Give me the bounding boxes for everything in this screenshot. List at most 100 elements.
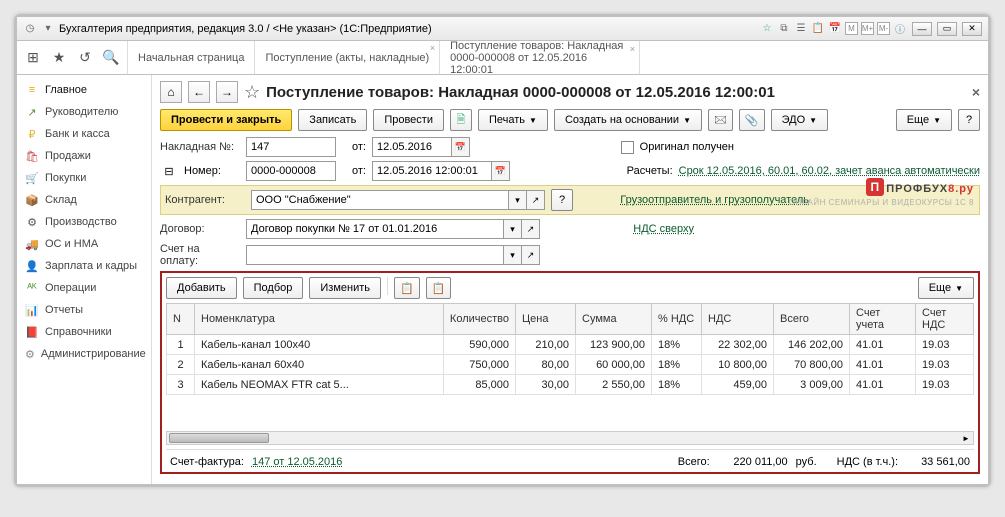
sidebar-item[interactable]: 📕Справочники xyxy=(17,321,151,343)
schet-input[interactable] xyxy=(246,245,504,265)
help-small-button[interactable]: ? xyxy=(551,189,573,211)
table-row[interactable]: 2Кабель-канал 60х40750,00080,0060 000,00… xyxy=(167,355,974,375)
nav-fwd-button[interactable]: → xyxy=(216,81,238,103)
nomer-label: Номер: xyxy=(184,165,240,177)
col-sum[interactable]: Сумма xyxy=(576,304,652,335)
close-doc-button[interactable]: × xyxy=(972,84,980,100)
paste-button[interactable]: 📋 xyxy=(426,277,452,299)
sidebar-item[interactable]: 👤Зарплата и кадры xyxy=(17,255,151,277)
sidebar-item[interactable]: ᴬᴷОперации xyxy=(17,277,151,299)
tool-icon[interactable]: ☰ xyxy=(794,22,808,36)
col-accnds[interactable]: Счет НДС xyxy=(916,304,974,335)
close-icon[interactable]: × xyxy=(630,43,635,55)
col-nom[interactable]: Номенклатура xyxy=(195,304,444,335)
apps-grid-icon[interactable]: ⊞ xyxy=(23,48,43,68)
sidebar-icon: ≡ xyxy=(25,83,39,97)
dropdown-icon[interactable]: ▾ xyxy=(504,245,522,265)
dogovor-input[interactable]: Договор покупки № 17 от 01.01.2016 xyxy=(246,219,504,239)
contragent-input[interactable]: ООО "Снабжение" xyxy=(251,190,509,210)
nomer-input[interactable]: 0000-000008 xyxy=(246,161,336,181)
tab-list[interactable]: Поступление (акты, накладные)× xyxy=(255,41,440,74)
sidebar-item[interactable]: 🛒Покупки xyxy=(17,167,151,189)
esche-button[interactable]: Еще▼ xyxy=(896,109,952,131)
original-checkbox[interactable] xyxy=(621,141,634,154)
sidebar-item[interactable]: 🚚ОС и НМА xyxy=(17,233,151,255)
tab-home[interactable]: Начальная страница xyxy=(128,41,255,74)
scroll-thumb[interactable] xyxy=(169,433,269,443)
favorite-icon[interactable]: ☆ xyxy=(244,82,260,103)
col-nds[interactable]: НДС xyxy=(702,304,774,335)
table-row[interactable]: 1Кабель-канал 100х40590,000210,00123 900… xyxy=(167,335,974,355)
col-n[interactable]: N xyxy=(167,304,195,335)
sidebar-item[interactable]: ⚙Администрирование xyxy=(17,343,151,365)
sidebar-label: Склад xyxy=(45,194,77,206)
history-icon[interactable]: ↺ xyxy=(75,48,95,68)
tool-icon[interactable]: ☆ xyxy=(760,22,774,36)
scroll-right-icon[interactable]: ► xyxy=(959,432,973,444)
zapisat-button[interactable]: Записать xyxy=(298,109,367,131)
tab-document[interactable]: Поступление товаров: Накладная 0000-0000… xyxy=(440,41,640,74)
m-minus-icon[interactable]: M- xyxy=(877,22,890,35)
col-price[interactable]: Цена xyxy=(516,304,576,335)
sidebar-item[interactable]: 📊Отчеты xyxy=(17,299,151,321)
nav-home-button[interactable]: ⌂ xyxy=(160,81,182,103)
calendar-icon[interactable]: 📅 xyxy=(452,137,470,157)
clip-button[interactable]: 📎 xyxy=(739,109,765,131)
pechat-button[interactable]: Печать▼ xyxy=(478,109,548,131)
dropdown-icon[interactable]: ▾ xyxy=(509,190,527,210)
help-button[interactable]: ? xyxy=(958,109,980,131)
dropdown-icon[interactable]: ▾ xyxy=(504,219,522,239)
h-scrollbar[interactable]: ◄ ► xyxy=(166,431,974,445)
star-icon[interactable]: ★ xyxy=(49,48,69,68)
minimize-button[interactable]: — xyxy=(912,22,932,36)
schet-label: Счет на оплату: xyxy=(160,243,240,267)
m-plus-icon[interactable]: M+ xyxy=(861,22,874,35)
edo-button[interactable]: ЭДО▼ xyxy=(771,109,828,131)
sidebar-item[interactable]: ₽Банк и касса xyxy=(17,123,151,145)
nds-link[interactable]: НДС сверху xyxy=(633,223,694,235)
tool-icon[interactable]: 📅 xyxy=(828,22,842,36)
izmenit-button[interactable]: Изменить xyxy=(309,277,381,299)
gruz-link[interactable]: Грузоотправитель и грузополучатель xyxy=(620,194,809,206)
open-icon[interactable]: ↗ xyxy=(527,190,545,210)
goods-table[interactable]: N Номенклатура Количество Цена Сумма % Н… xyxy=(166,303,974,395)
sidebar-label: Продажи xyxy=(45,150,91,162)
provesti-button[interactable]: Провести xyxy=(373,109,444,131)
table-row[interactable]: 3Кабель NEOMAX FTR cat 5...85,00030,002 … xyxy=(167,375,974,395)
nav-back-button[interactable]: ← xyxy=(188,81,210,103)
dobavit-button[interactable]: Добавить xyxy=(166,277,237,299)
sidebar-item[interactable]: 📦Склад xyxy=(17,189,151,211)
maximize-button[interactable]: ▭ xyxy=(937,22,957,36)
dt-kt-button[interactable]: 🗎 xyxy=(450,109,472,131)
sidebar-item[interactable]: ⚙Производство xyxy=(17,211,151,233)
structure-icon[interactable]: ⊟ xyxy=(160,165,178,178)
sf-link[interactable]: 147 от 12.05.2016 xyxy=(252,456,342,468)
dropdown-icon[interactable]: ▾ xyxy=(41,22,55,36)
table-esche-button[interactable]: Еще▼ xyxy=(918,277,974,299)
col-qty[interactable]: Количество xyxy=(443,304,515,335)
nakl-date-input[interactable]: 12.05.2016 xyxy=(372,137,452,157)
sidebar-item[interactable]: 🛍Продажи xyxy=(17,145,151,167)
tool-icon[interactable]: ⧉ xyxy=(777,22,791,36)
open-icon[interactable]: ↗ xyxy=(522,245,540,265)
sidebar-item[interactable]: ≡Главное xyxy=(17,79,151,101)
info-icon[interactable]: ⓘ xyxy=(893,22,907,36)
sozdat-button[interactable]: Создать на основании▼ xyxy=(554,109,702,131)
open-icon[interactable]: ↗ xyxy=(522,219,540,239)
search-icon[interactable]: 🔍 xyxy=(101,48,121,68)
nomer-date-input[interactable]: 12.05.2016 12:00:01 xyxy=(372,161,492,181)
close-icon[interactable]: × xyxy=(430,43,435,53)
nakladnaya-input[interactable]: 147 xyxy=(246,137,336,157)
col-acc[interactable]: Счет учета xyxy=(850,304,916,335)
tool-icon[interactable]: 📋 xyxy=(811,22,825,36)
provesti-zakryt-button[interactable]: Провести и закрыть xyxy=(160,109,292,131)
col-total[interactable]: Всего xyxy=(774,304,850,335)
calendar-icon[interactable]: 📅 xyxy=(492,161,510,181)
close-window-button[interactable]: ✕ xyxy=(962,22,982,36)
sidebar-item[interactable]: ↗Руководителю xyxy=(17,101,151,123)
m-icon[interactable]: M xyxy=(845,22,858,35)
col-pct[interactable]: % НДС xyxy=(652,304,702,335)
podbor-button[interactable]: Подбор xyxy=(243,277,304,299)
copy-button[interactable]: 📋 xyxy=(394,277,420,299)
attach-button[interactable]: 🖂 xyxy=(708,109,733,131)
